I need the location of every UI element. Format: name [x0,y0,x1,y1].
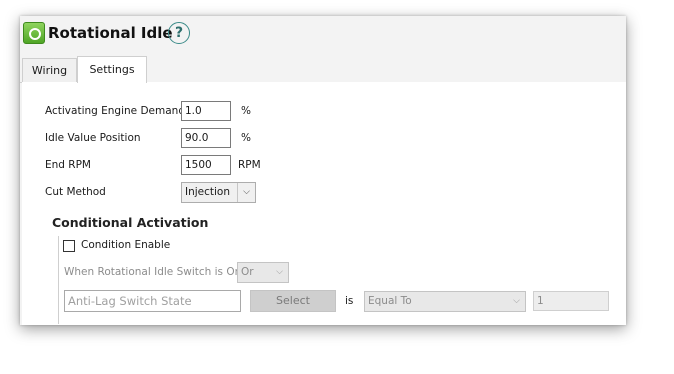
chevron-down-icon: ⌵ [237,183,255,202]
chevron-down-icon: ⌵ [276,267,283,277]
title-bar: Rotational Idle ? [20,16,626,56]
condition-source-input[interactable]: Anti-Lag Switch State [64,290,241,312]
switch-condition-label: When Rotational Idle Switch is On [64,266,242,278]
conditional-activation-heading: Conditional Activation [52,215,209,230]
compare-value-field: 1 [533,291,609,311]
idle-value-position-unit: % [241,132,251,144]
help-icon[interactable]: ? [168,22,190,44]
rotational-idle-app-icon [23,22,45,44]
tab-settings[interactable]: Settings [77,56,147,83]
cut-method-label: Cut Method [45,186,106,198]
activating-engine-demand-unit: % [241,105,251,117]
cut-method-select[interactable]: Injection ⌵ [181,182,256,203]
idle-value-position-input[interactable]: 90.0 [181,128,231,148]
settings-panel: Activating Engine Demand 1.0 % Idle Valu… [22,82,626,325]
select-button: Select [250,290,336,312]
window-title: Rotational Idle [48,24,173,42]
comparison-selected: Equal To [368,295,412,307]
is-label: is [345,295,354,307]
tab-wiring[interactable]: Wiring [22,58,77,82]
switch-operator-select: Or ⌵ [237,262,289,283]
rotational-idle-window: Rotational Idle ? Wiring Settings Activa… [20,16,626,325]
end-rpm-label: End RPM [45,159,91,171]
end-rpm-input[interactable]: 1500 [181,155,231,175]
comparison-select: Equal To ⌵ [364,291,526,312]
idle-value-position-label: Idle Value Position [45,132,141,144]
chevron-down-icon: ⌵ [513,296,520,306]
activating-engine-demand-input[interactable]: 1.0 [181,101,231,121]
group-border [58,236,59,324]
cut-method-selected: Injection [185,186,231,198]
condition-enable-checkbox[interactable] [63,240,75,252]
activating-engine-demand-label: Activating Engine Demand [45,105,185,117]
end-rpm-unit: RPM [238,159,261,171]
switch-operator-selected: Or [241,266,254,278]
condition-enable-label: Condition Enable [81,239,171,251]
